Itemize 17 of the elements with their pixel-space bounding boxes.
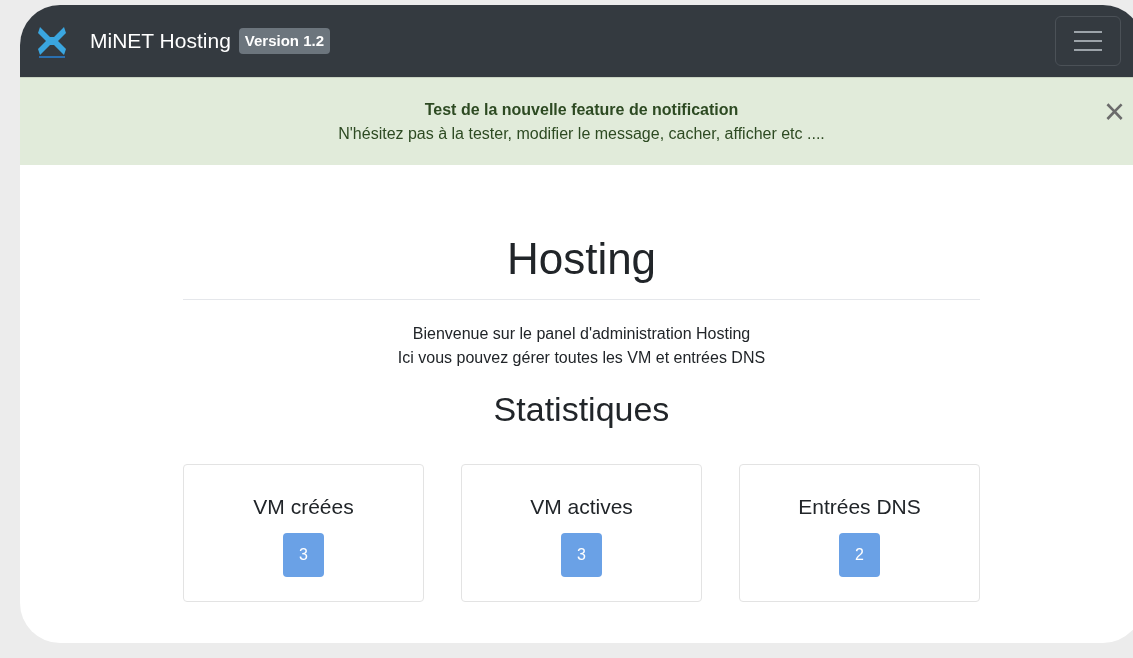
stat-label: VM actives — [530, 494, 633, 520]
intro-text: Ici vous pouvez gérer toutes les VM et entrées DNS — [397, 348, 766, 368]
stat-count: 3 — [283, 533, 324, 577]
stat-label: VM créées — [253, 494, 354, 520]
close-button[interactable]: × — [1103, 94, 1125, 130]
page-heading: Hosting — [506, 233, 657, 285]
stat-label: Entrées DNS — [798, 494, 921, 520]
stat-count: 2 — [839, 533, 880, 577]
menu-icon — [1073, 30, 1103, 52]
notification-message: N'hésitez pas à la tester, modifier le message, cacher, afficher etc .... — [338, 123, 825, 144]
menu-button[interactable] — [1055, 16, 1121, 66]
intro-text: Bienvenue sur le panel d'administration Hosting — [412, 324, 751, 344]
version-badge: Version 1.2 — [238, 27, 331, 55]
brand-title[interactable]: MiNET Hosting — [90, 25, 231, 57]
stat-count: 3 — [561, 533, 602, 577]
section-heading: Statistiques — [493, 389, 670, 430]
notification-title: Test de la nouvelle feature de notification — [424, 99, 739, 120]
